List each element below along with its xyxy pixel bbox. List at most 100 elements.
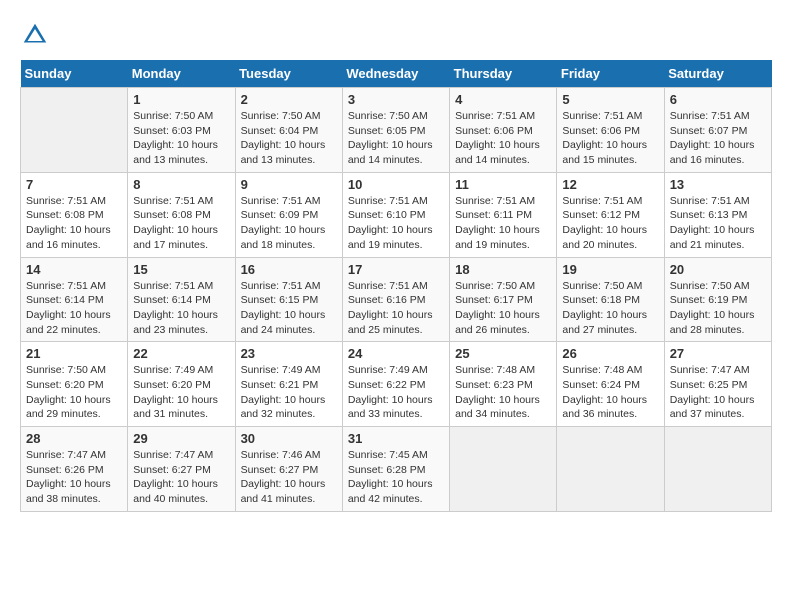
day-info: Sunrise: 7:49 AMSunset: 6:20 PMDaylight:… (133, 363, 229, 422)
day-info: Sunrise: 7:50 AMSunset: 6:04 PMDaylight:… (241, 109, 337, 168)
day-info: Sunrise: 7:51 AMSunset: 6:07 PMDaylight:… (670, 109, 766, 168)
day-number: 11 (455, 177, 551, 192)
calendar-day-cell: 18 Sunrise: 7:50 AMSunset: 6:17 PMDayligh… (450, 257, 557, 342)
day-number: 2 (241, 92, 337, 107)
day-info: Sunrise: 7:51 AMSunset: 6:06 PMDaylight:… (562, 109, 658, 168)
weekday-header: Wednesday (342, 60, 449, 88)
day-info: Sunrise: 7:50 AMSunset: 6:19 PMDaylight:… (670, 279, 766, 338)
calendar-day-cell: 13 Sunrise: 7:51 AMSunset: 6:13 PMDayligh… (664, 172, 771, 257)
day-number: 12 (562, 177, 658, 192)
calendar-week-row: 1 Sunrise: 7:50 AMSunset: 6:03 PMDaylight… (21, 88, 772, 173)
day-info: Sunrise: 7:51 AMSunset: 6:14 PMDaylight:… (26, 279, 122, 338)
day-info: Sunrise: 7:47 AMSunset: 6:27 PMDaylight:… (133, 448, 229, 507)
calendar-day-cell: 21Sunrise: 7:50 AMSunset: 6:20 PMDayligh… (21, 342, 128, 427)
day-number: 22 (133, 346, 229, 361)
calendar-day-cell: 26 Sunrise: 7:48 AMSunset: 6:24 PMDayligh… (557, 342, 664, 427)
day-number: 15 (133, 262, 229, 277)
day-number: 24 (348, 346, 444, 361)
day-info: Sunrise: 7:51 AMSunset: 6:12 PMDaylight:… (562, 194, 658, 253)
day-number: 18 (455, 262, 551, 277)
day-info: Sunrise: 7:51 AMSunset: 6:10 PMDaylight:… (348, 194, 444, 253)
day-number: 13 (670, 177, 766, 192)
calendar-week-row: 21Sunrise: 7:50 AMSunset: 6:20 PMDayligh… (21, 342, 772, 427)
day-number: 30 (241, 431, 337, 446)
calendar-day-cell: 17 Sunrise: 7:51 AMSunset: 6:16 PMDayligh… (342, 257, 449, 342)
day-number: 9 (241, 177, 337, 192)
calendar-day-cell (557, 427, 664, 512)
calendar-day-cell: 20Sunrise: 7:50 AMSunset: 6:19 PMDayligh… (664, 257, 771, 342)
day-info: Sunrise: 7:51 AMSunset: 6:13 PMDaylight:… (670, 194, 766, 253)
day-info: Sunrise: 7:51 AMSunset: 6:15 PMDaylight:… (241, 279, 337, 338)
calendar-day-cell: 8 Sunrise: 7:51 AMSunset: 6:08 PMDaylight… (128, 172, 235, 257)
calendar-day-cell: 23 Sunrise: 7:49 AMSunset: 6:21 PMDayligh… (235, 342, 342, 427)
calendar-day-cell: 15 Sunrise: 7:51 AMSunset: 6:14 PMDayligh… (128, 257, 235, 342)
day-number: 25 (455, 346, 551, 361)
day-number: 3 (348, 92, 444, 107)
day-info: Sunrise: 7:51 AMSunset: 6:14 PMDaylight:… (133, 279, 229, 338)
calendar-week-row: 14 Sunrise: 7:51 AMSunset: 6:14 PMDayligh… (21, 257, 772, 342)
calendar-day-cell: 3 Sunrise: 7:50 AMSunset: 6:05 PMDaylight… (342, 88, 449, 173)
calendar-day-cell (21, 88, 128, 173)
calendar-day-cell: 29 Sunrise: 7:47 AMSunset: 6:27 PMDayligh… (128, 427, 235, 512)
day-number: 26 (562, 346, 658, 361)
day-number: 6 (670, 92, 766, 107)
day-info: Sunrise: 7:48 AMSunset: 6:24 PMDaylight:… (562, 363, 658, 422)
calendar-day-cell: 6 Sunrise: 7:51 AMSunset: 6:07 PMDaylight… (664, 88, 771, 173)
calendar-day-cell (664, 427, 771, 512)
day-info: Sunrise: 7:48 AMSunset: 6:23 PMDaylight:… (455, 363, 551, 422)
calendar-day-cell: 25 Sunrise: 7:48 AMSunset: 6:23 PMDayligh… (450, 342, 557, 427)
weekday-header: Thursday (450, 60, 557, 88)
day-info: Sunrise: 7:49 AMSunset: 6:22 PMDaylight:… (348, 363, 444, 422)
day-info: Sunrise: 7:51 AMSunset: 6:16 PMDaylight:… (348, 279, 444, 338)
calendar-day-cell: 30Sunrise: 7:46 AMSunset: 6:27 PMDayligh… (235, 427, 342, 512)
weekday-header-row: SundayMondayTuesdayWednesdayThursdayFrid… (21, 60, 772, 88)
day-info: Sunrise: 7:49 AMSunset: 6:21 PMDaylight:… (241, 363, 337, 422)
day-info: Sunrise: 7:50 AMSunset: 6:20 PMDaylight:… (26, 363, 122, 422)
calendar-day-cell: 27 Sunrise: 7:47 AMSunset: 6:25 PMDayligh… (664, 342, 771, 427)
day-info: Sunrise: 7:51 AMSunset: 6:11 PMDaylight:… (455, 194, 551, 253)
day-number: 14 (26, 262, 122, 277)
calendar-day-cell: 2 Sunrise: 7:50 AMSunset: 6:04 PMDaylight… (235, 88, 342, 173)
day-number: 19 (562, 262, 658, 277)
calendar-day-cell (450, 427, 557, 512)
calendar-day-cell: 4Sunrise: 7:51 AMSunset: 6:06 PMDaylight… (450, 88, 557, 173)
day-info: Sunrise: 7:50 AMSunset: 6:05 PMDaylight:… (348, 109, 444, 168)
day-number: 8 (133, 177, 229, 192)
day-info: Sunrise: 7:50 AMSunset: 6:18 PMDaylight:… (562, 279, 658, 338)
day-info: Sunrise: 7:50 AMSunset: 6:17 PMDaylight:… (455, 279, 551, 338)
day-info: Sunrise: 7:51 AMSunset: 6:08 PMDaylight:… (26, 194, 122, 253)
calendar-day-cell: 22 Sunrise: 7:49 AMSunset: 6:20 PMDayligh… (128, 342, 235, 427)
weekday-header: Saturday (664, 60, 771, 88)
calendar-day-cell: 24 Sunrise: 7:49 AMSunset: 6:22 PMDayligh… (342, 342, 449, 427)
day-number: 17 (348, 262, 444, 277)
calendar-day-cell: 9 Sunrise: 7:51 AMSunset: 6:09 PMDaylight… (235, 172, 342, 257)
day-number: 23 (241, 346, 337, 361)
calendar-day-cell: 16Sunrise: 7:51 AMSunset: 6:15 PMDayligh… (235, 257, 342, 342)
page-header (20, 20, 772, 50)
day-info: Sunrise: 7:51 AMSunset: 6:09 PMDaylight:… (241, 194, 337, 253)
day-info: Sunrise: 7:47 AMSunset: 6:26 PMDaylight:… (26, 448, 122, 507)
day-info: Sunrise: 7:50 AMSunset: 6:03 PMDaylight:… (133, 109, 229, 168)
weekday-header: Sunday (21, 60, 128, 88)
calendar-day-cell: 10Sunrise: 7:51 AMSunset: 6:10 PMDayligh… (342, 172, 449, 257)
weekday-header: Monday (128, 60, 235, 88)
calendar-table: SundayMondayTuesdayWednesdayThursdayFrid… (20, 60, 772, 512)
logo-icon (20, 20, 50, 50)
day-info: Sunrise: 7:51 AMSunset: 6:08 PMDaylight:… (133, 194, 229, 253)
calendar-week-row: 28Sunrise: 7:47 AMSunset: 6:26 PMDayligh… (21, 427, 772, 512)
day-number: 7 (26, 177, 122, 192)
day-number: 29 (133, 431, 229, 446)
day-number: 31 (348, 431, 444, 446)
calendar-day-cell: 5Sunrise: 7:51 AMSunset: 6:06 PMDaylight… (557, 88, 664, 173)
day-info: Sunrise: 7:45 AMSunset: 6:28 PMDaylight:… (348, 448, 444, 507)
calendar-day-cell: 28Sunrise: 7:47 AMSunset: 6:26 PMDayligh… (21, 427, 128, 512)
weekday-header: Friday (557, 60, 664, 88)
day-info: Sunrise: 7:47 AMSunset: 6:25 PMDaylight:… (670, 363, 766, 422)
calendar-day-cell: 14 Sunrise: 7:51 AMSunset: 6:14 PMDayligh… (21, 257, 128, 342)
weekday-header: Tuesday (235, 60, 342, 88)
day-number: 1 (133, 92, 229, 107)
logo (20, 20, 52, 50)
day-number: 27 (670, 346, 766, 361)
calendar-day-cell: 19 Sunrise: 7:50 AMSunset: 6:18 PMDayligh… (557, 257, 664, 342)
calendar-week-row: 7 Sunrise: 7:51 AMSunset: 6:08 PMDaylight… (21, 172, 772, 257)
